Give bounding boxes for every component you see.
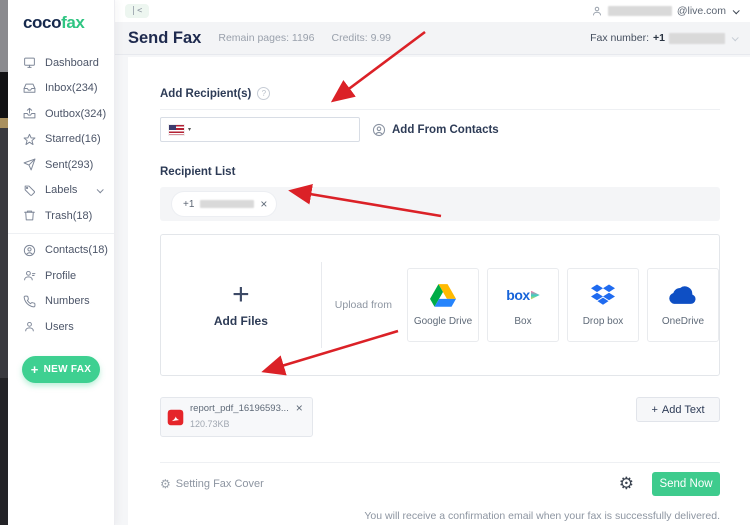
add-recipients-label: Add Recipient(s) bbox=[160, 88, 251, 100]
star-icon bbox=[23, 133, 36, 146]
topbar: |< @live.com bbox=[115, 0, 750, 22]
outbox-icon bbox=[23, 107, 36, 120]
sidebar-item-dashboard[interactable]: Dashboard bbox=[8, 50, 114, 76]
setting-fax-cover-button[interactable]: ⚙ Setting Fax Cover bbox=[160, 478, 264, 490]
account-menu[interactable]: @live.com bbox=[591, 5, 738, 17]
add-recipients-section-head: Add Recipient(s) ? bbox=[160, 57, 720, 110]
recipient-input-row: ▾ Add From Contacts bbox=[160, 117, 720, 142]
redacted-fax-number bbox=[669, 33, 725, 44]
upload-google-drive[interactable]: Google Drive bbox=[407, 268, 479, 342]
country-caret-icon[interactable]: ▾ bbox=[188, 127, 191, 133]
profile-icon bbox=[23, 269, 36, 282]
plus-icon: + bbox=[651, 404, 657, 416]
sidebar-item-profile[interactable]: Profile bbox=[8, 263, 114, 289]
pdf-file-icon bbox=[167, 409, 184, 426]
send-now-button[interactable]: Send Now bbox=[652, 472, 720, 496]
page-title: Send Fax bbox=[128, 29, 201, 48]
file-size: 120.73KB bbox=[190, 419, 230, 429]
sidebar-item-contacts[interactable]: Contacts(18) bbox=[8, 238, 114, 264]
credits: Credits: 9.99 bbox=[331, 32, 391, 44]
upload-providers: Google Drive box Box Drop box bbox=[407, 268, 719, 342]
remove-file-icon[interactable]: × bbox=[296, 402, 303, 414]
collapse-sidebar-button[interactable]: |< bbox=[125, 4, 149, 18]
plus-icon: + bbox=[232, 283, 250, 307]
us-flag-icon[interactable] bbox=[169, 125, 184, 135]
dashboard-icon bbox=[23, 56, 36, 69]
plus-icon: + bbox=[31, 363, 39, 376]
upload-onedrive[interactable]: OneDrive bbox=[647, 268, 719, 342]
sidebar-item-numbers[interactable]: Numbers bbox=[8, 289, 114, 315]
inbox-icon bbox=[23, 82, 36, 95]
send-icon bbox=[23, 158, 36, 171]
box-logo-icon: box bbox=[506, 283, 539, 307]
sidebar-item-inbox[interactable]: Inbox(234) bbox=[8, 76, 114, 102]
new-fax-button[interactable]: + NEW FAX bbox=[22, 356, 100, 383]
onedrive-icon bbox=[668, 283, 698, 307]
fax-number-input[interactable] bbox=[195, 118, 359, 141]
window-edge-strip bbox=[0, 0, 8, 525]
upload-dropbox[interactable]: Drop box bbox=[567, 268, 639, 342]
contacts-icon bbox=[23, 244, 36, 257]
remain-pages: Remain pages: 1196 bbox=[218, 32, 314, 44]
send-fax-card: Add Recipient(s) ? ▾ Add From Contacts R… bbox=[128, 57, 750, 525]
cocofax-logo[interactable]: cocofax bbox=[8, 0, 114, 33]
sidebar-menu: Dashboard Inbox(234) Outbox(324) Starred… bbox=[8, 50, 114, 340]
vertical-divider bbox=[321, 262, 322, 348]
user-icon bbox=[23, 320, 36, 333]
remove-recipient-icon[interactable]: × bbox=[260, 198, 267, 210]
help-icon[interactable]: ? bbox=[257, 87, 270, 100]
fax-number-input-wrap: ▾ bbox=[160, 117, 360, 142]
file-meta: report_pdf_16196593... × 120.73KB bbox=[190, 402, 303, 432]
sidebar-item-users[interactable]: Users bbox=[8, 314, 114, 340]
sidebar-item-trash[interactable]: Trash(18) bbox=[8, 203, 114, 229]
gear-icon: ⚙ bbox=[160, 478, 171, 490]
sidebar-item-outbox[interactable]: Outbox(324) bbox=[8, 101, 114, 127]
recipient-list-panel: +1 × bbox=[160, 187, 720, 221]
upload-from-label: Upload from bbox=[335, 299, 392, 311]
contact-circle-icon bbox=[372, 123, 386, 137]
sidebar: cocofax Dashboard Inbox(234) Outbox(324)… bbox=[8, 0, 115, 525]
sidebar-divider bbox=[8, 233, 114, 234]
tag-icon bbox=[23, 184, 36, 197]
dropbox-icon bbox=[591, 283, 615, 307]
confirmation-note: You will receive a confirmation email wh… bbox=[160, 510, 720, 522]
footer-actions: ⚙ Setting Fax Cover ⚙ Send Now bbox=[160, 463, 720, 496]
redacted-email bbox=[608, 6, 672, 16]
attached-files-row: report_pdf_16196593... × 120.73KB + Add … bbox=[160, 397, 720, 437]
add-text-button[interactable]: + Add Text bbox=[636, 397, 720, 422]
logo-part-coco: coco bbox=[23, 13, 61, 32]
sidebar-item-starred[interactable]: Starred(16) bbox=[8, 127, 114, 153]
google-drive-icon bbox=[430, 283, 456, 307]
main-area: |< @live.com Send Fax Remain pages: 1196… bbox=[115, 0, 750, 525]
page-header: Send Fax Remain pages: 1196 Credits: 9.9… bbox=[115, 22, 750, 55]
user-avatar-icon bbox=[591, 5, 603, 17]
chevron-down-icon bbox=[97, 186, 104, 193]
attached-file-chip[interactable]: report_pdf_16196593... × 120.73KB bbox=[160, 397, 313, 437]
phone-icon bbox=[23, 295, 36, 308]
recipient-chip[interactable]: +1 × bbox=[172, 192, 276, 216]
chevron-down-icon bbox=[733, 7, 740, 14]
upload-box-cloud[interactable]: box Box bbox=[487, 268, 559, 342]
add-from-contacts-button[interactable]: Add From Contacts bbox=[372, 123, 499, 137]
trash-icon bbox=[23, 209, 36, 222]
sidebar-item-labels[interactable]: Labels bbox=[8, 178, 114, 204]
fax-number-selector[interactable]: Fax number: +1 bbox=[590, 32, 737, 44]
redacted-recipient-number bbox=[200, 200, 254, 208]
logo-part-fax: fax bbox=[61, 13, 84, 32]
email-domain: @live.com bbox=[677, 5, 726, 17]
recipient-list-label: Recipient List bbox=[160, 166, 720, 178]
file-name: report_pdf_16196593... bbox=[190, 403, 289, 414]
chevron-down-icon bbox=[732, 34, 739, 41]
add-files-button[interactable]: + Add Files bbox=[161, 283, 321, 328]
upload-box: + Add Files Upload from Google Drive box… bbox=[160, 234, 720, 376]
sidebar-item-sent[interactable]: Sent(293) bbox=[8, 152, 114, 178]
settings-gear-icon[interactable]: ⚙ bbox=[619, 476, 634, 493]
